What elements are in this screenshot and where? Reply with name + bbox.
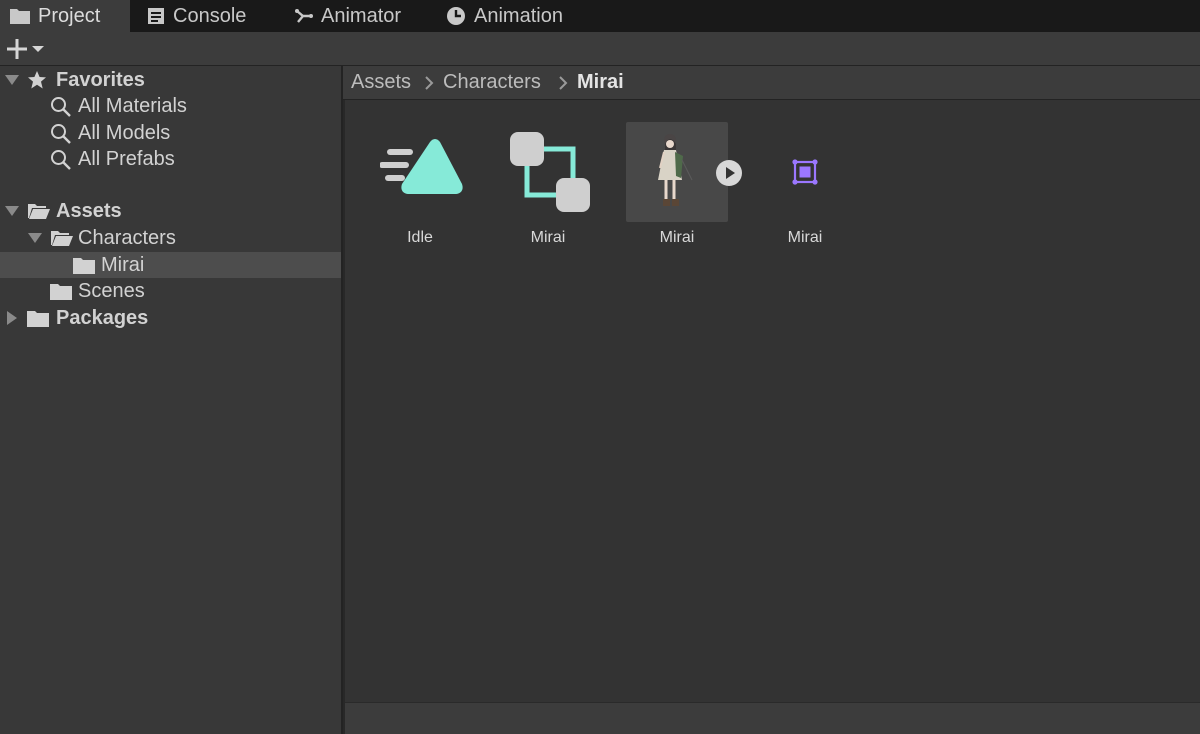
avatar-icon bbox=[792, 159, 818, 185]
tree-item-label: Favorites bbox=[56, 69, 145, 91]
expand-arrow-down-icon[interactable] bbox=[5, 205, 19, 217]
breadcrumb-separator-icon bbox=[425, 76, 434, 90]
play-preview-icon[interactable] bbox=[715, 159, 743, 187]
breadcrumb-item-characters[interactable]: Characters bbox=[443, 71, 541, 94]
tree-item-label: Scenes bbox=[78, 280, 145, 302]
tree-item-label: All Materials bbox=[78, 95, 187, 117]
folder-icon bbox=[73, 258, 95, 274]
breadcrumb: Assets Characters Mirai bbox=[343, 66, 1200, 100]
folder-open-icon bbox=[51, 231, 73, 246]
asset-item-idle[interactable]: Idle bbox=[365, 122, 475, 252]
search-icon bbox=[51, 97, 71, 117]
tab-animator[interactable]: Animator bbox=[295, 0, 401, 32]
tree-item-all-prefabs[interactable]: All Prefabs bbox=[0, 146, 341, 172]
expand-arrow-down-icon[interactable] bbox=[28, 232, 42, 244]
tree-item-packages[interactable]: Packages bbox=[0, 305, 341, 331]
asset-item-mirai-model[interactable]: Mirai bbox=[620, 122, 743, 252]
search-icon bbox=[51, 124, 71, 144]
tab-project[interactable]: Project bbox=[0, 0, 130, 32]
asset-grid: Idle Mirai Mirai Mirai bbox=[345, 100, 1200, 702]
tree-item-label: All Prefabs bbox=[78, 148, 175, 170]
tree-item-scenes[interactable]: Scenes bbox=[0, 278, 341, 304]
expand-arrow-right-icon[interactable] bbox=[6, 311, 18, 325]
folder-icon bbox=[27, 311, 49, 327]
tree-item-characters[interactable]: Characters bbox=[0, 225, 341, 251]
asset-name: Mirai bbox=[530, 229, 566, 246]
asset-name: Mirai bbox=[659, 229, 695, 246]
expand-arrow-down-icon[interactable] bbox=[5, 74, 19, 86]
chevron-down-icon bbox=[32, 46, 44, 52]
star-icon bbox=[28, 71, 46, 89]
folder-icon bbox=[50, 284, 72, 300]
project-folder-tree: Favorites All Materials All Models All P… bbox=[0, 66, 343, 734]
create-asset-button[interactable] bbox=[6, 36, 52, 62]
console-icon bbox=[148, 8, 164, 24]
tree-item-label: Characters bbox=[78, 227, 176, 249]
folder-open-icon bbox=[28, 204, 50, 219]
tab-animation[interactable]: Animation bbox=[446, 0, 563, 32]
tab-console-label: Console bbox=[173, 4, 247, 27]
character-figure-icon bbox=[658, 134, 693, 206]
asset-item-mirai-avatar[interactable]: Mirai bbox=[748, 122, 858, 252]
character-model-thumbnail bbox=[626, 122, 728, 222]
tree-item-assets[interactable]: Assets bbox=[0, 198, 341, 224]
tree-item-label: Mirai bbox=[101, 254, 145, 276]
project-toolbar bbox=[0, 32, 1200, 66]
window-tab-bar: Project Console Animator Animation bbox=[0, 0, 1200, 32]
tree-item-favorites[interactable]: Favorites bbox=[0, 67, 341, 93]
tab-animator-label: Animator bbox=[321, 4, 402, 27]
asset-name: Mirai bbox=[787, 229, 823, 246]
asset-name: Idle bbox=[407, 229, 433, 246]
tab-project-label: Project bbox=[38, 4, 101, 27]
folder-icon bbox=[10, 9, 30, 24]
search-icon bbox=[51, 150, 71, 170]
tree-item-all-materials[interactable]: All Materials bbox=[0, 93, 341, 119]
asset-item-mirai-controller[interactable]: Mirai bbox=[493, 122, 603, 252]
animation-clock-icon bbox=[447, 7, 465, 25]
breadcrumb-item-assets[interactable]: Assets bbox=[351, 71, 411, 94]
tree-item-label: All Models bbox=[78, 122, 171, 144]
plus-icon bbox=[7, 39, 27, 59]
tree-item-label: Packages bbox=[56, 307, 149, 329]
tab-animation-label: Animation bbox=[474, 4, 563, 27]
breadcrumb-item-mirai[interactable]: Mirai bbox=[577, 71, 624, 94]
breadcrumb-separator-icon bbox=[559, 76, 568, 90]
animator-icon bbox=[295, 9, 313, 23]
tree-item-mirai[interactable]: Mirai bbox=[0, 252, 341, 278]
animation-clip-icon bbox=[380, 139, 463, 194]
tree-item-all-models[interactable]: All Models bbox=[0, 120, 341, 146]
status-footer bbox=[345, 702, 1200, 734]
tree-item-label: Assets bbox=[56, 200, 122, 222]
tab-console[interactable]: Console bbox=[147, 0, 246, 32]
animator-controller-icon bbox=[510, 132, 590, 212]
